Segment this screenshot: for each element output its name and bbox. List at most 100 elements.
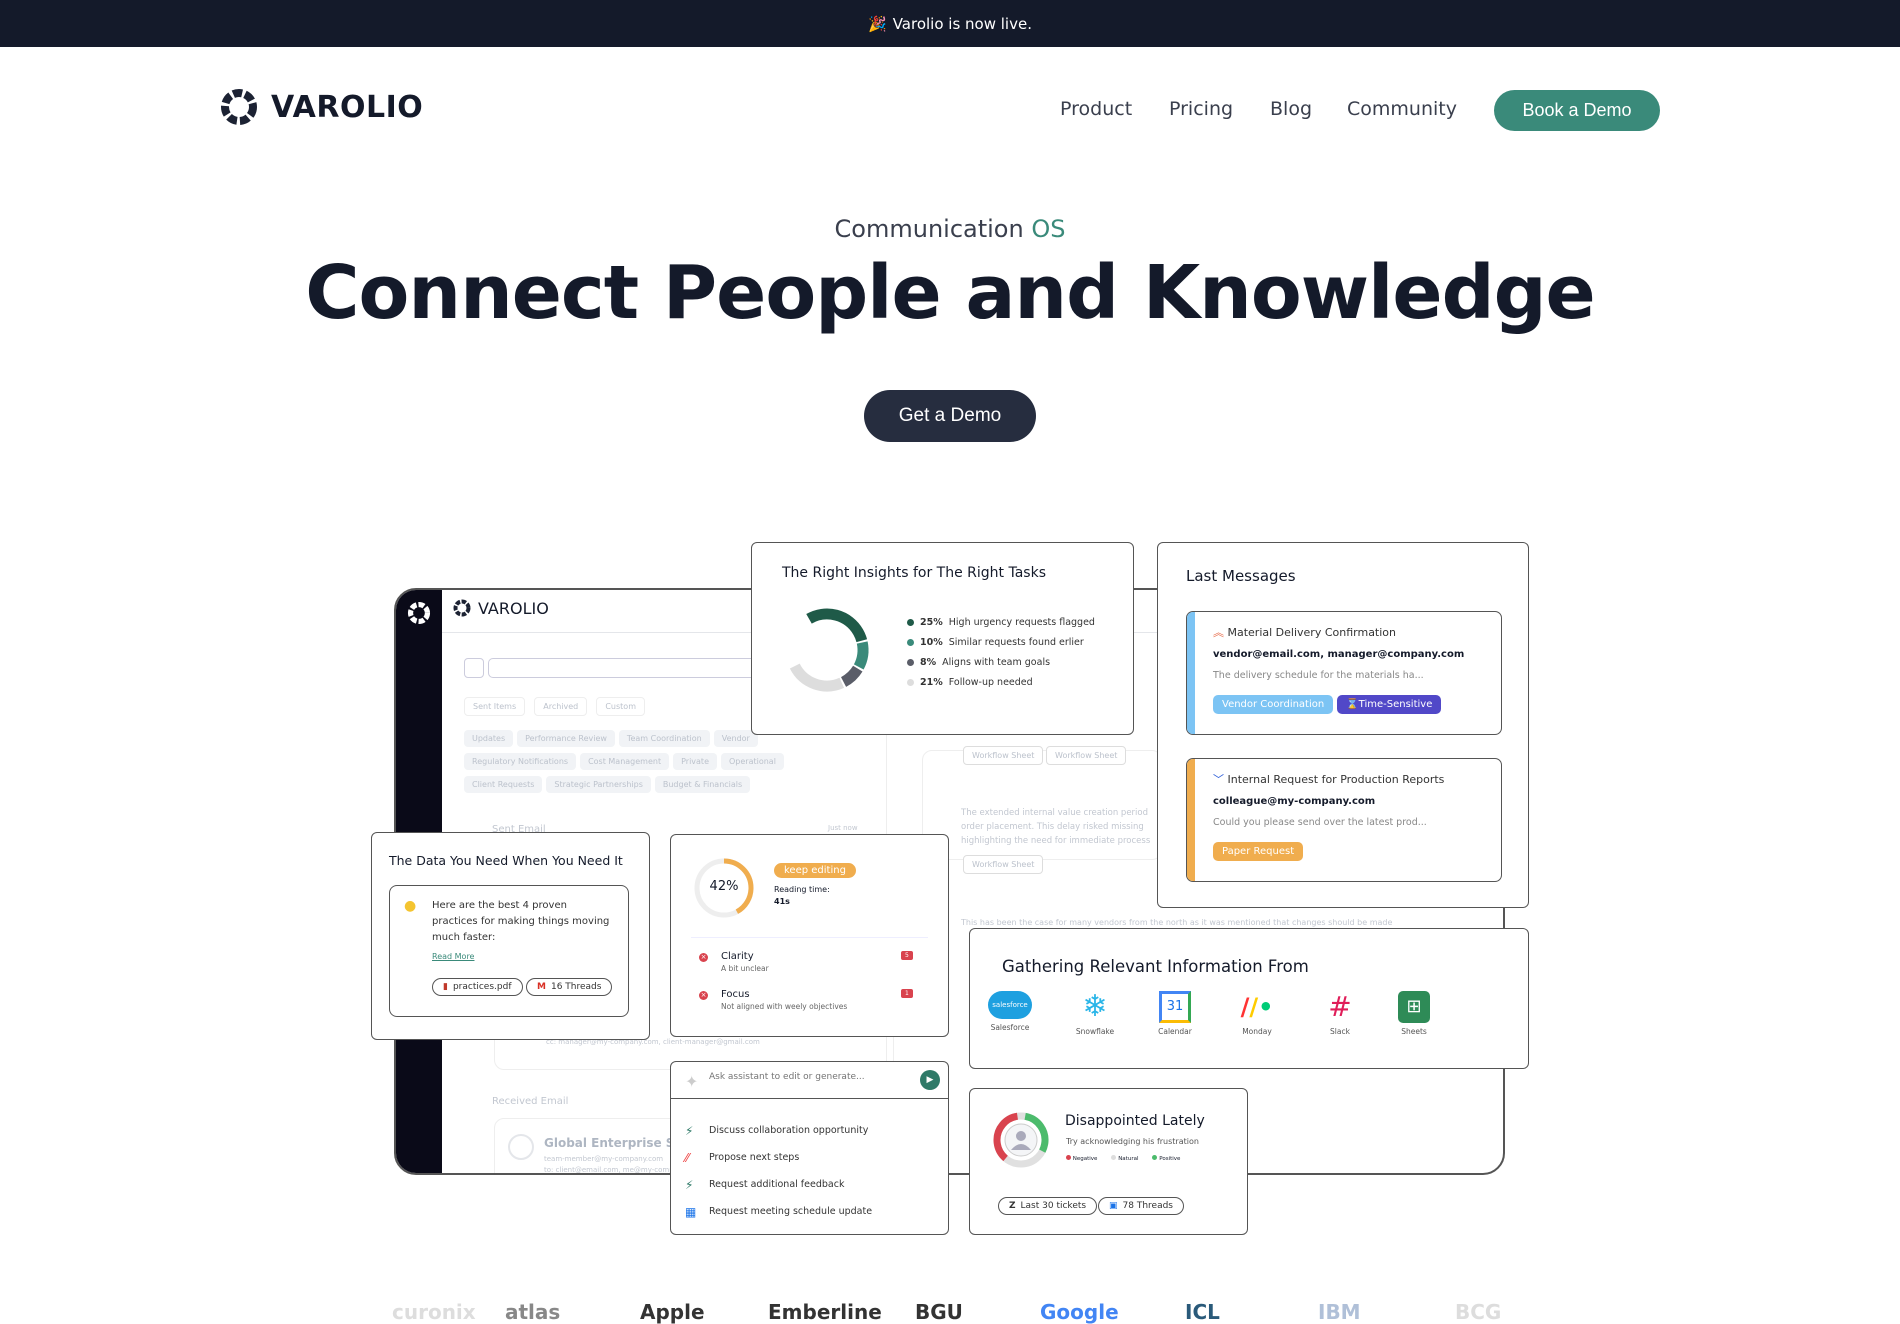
message-preview: The delivery schedule for the materials … — [1213, 670, 1424, 681]
nav-product[interactable]: Product — [1060, 98, 1132, 120]
eyebrow-text: Communication — [834, 215, 1032, 243]
eyebrow-accent: OS — [1031, 215, 1066, 243]
score-value: 42% — [709, 879, 739, 894]
filter-archived[interactable]: Archived — [534, 697, 588, 716]
party-popper-icon: 🎉 — [868, 14, 887, 33]
source-label: Slack — [1330, 1027, 1350, 1036]
category-chip[interactable]: Updates — [464, 730, 514, 747]
google-calendar-icon: 31 — [1145, 991, 1205, 1023]
dashboard-brand: VAROLIO — [452, 598, 549, 618]
source-snowflake[interactable]: ❄ Snowflake — [1065, 989, 1125, 1037]
nav-community[interactable]: Community — [1347, 98, 1457, 120]
suggestion-item[interactable]: ⁄⁄ Propose next steps — [685, 1144, 934, 1171]
pdf-icon: ▮ — [443, 982, 448, 992]
category-chip[interactable]: Cost Management — [580, 753, 670, 770]
email-to: to: client@email.com, me@my-comp — [544, 1166, 674, 1174]
announcement-bar: 🎉 Varolio is now live. — [0, 0, 1900, 47]
legend-dot — [907, 679, 914, 686]
source-slack[interactable]: # Slack — [1310, 991, 1370, 1037]
workflow-sheet-chip[interactable]: Workflow Sheet — [963, 746, 1044, 765]
suggestion-item[interactable]: ⚡ Discuss collaboration opportunity — [685, 1117, 934, 1144]
legend-pct: 10% — [920, 637, 943, 648]
last-messages-title: Last Messages — [1186, 567, 1296, 585]
issue-desc: Not aligned with weely objectives — [721, 1002, 848, 1011]
nav-blog[interactable]: Blog — [1270, 98, 1312, 120]
suggestion-item[interactable]: ⚡ Request additional feedback — [685, 1171, 934, 1198]
category-chips: Updates Performance Review Team Coordinati… — [462, 726, 822, 795]
sparkle-icon: ✦ — [685, 1072, 699, 1091]
customer-logo: ICL — [1185, 1300, 1220, 1324]
search-input[interactable] — [488, 658, 788, 678]
filter-sent[interactable]: Sent Items — [464, 697, 526, 716]
suggestion-item[interactable]: ▦ Request meeting schedule update — [685, 1198, 934, 1225]
read-more-link[interactable]: Read More — [432, 952, 474, 961]
donut-segment — [785, 608, 869, 692]
attachment-pdf[interactable]: ▮ practices.pdf — [432, 978, 523, 996]
brand-logo[interactable]: VAROLIO — [219, 87, 423, 127]
message-recipients: vendor@email.com, manager@company.com — [1213, 649, 1465, 660]
get-demo-button[interactable]: Get a Demo — [864, 390, 1036, 442]
category-chip[interactable]: Budget & Financials — [654, 776, 751, 793]
keep-editing-badge: keep editing — [774, 863, 856, 878]
outlook-icon: ▣ — [1109, 1201, 1118, 1211]
category-chip[interactable]: Regulatory Notifications — [464, 753, 577, 770]
legend-pct: 21% — [920, 677, 943, 688]
legend-pct: 25% — [920, 617, 943, 628]
legend-dot — [907, 619, 914, 626]
category-chip[interactable]: Operational — [720, 753, 784, 770]
category-chip[interactable]: Strategic Partnerships — [546, 776, 651, 793]
legend-label: Aligns with team goals — [942, 657, 1051, 668]
insights-title: The Right Insights for The Right Tasks — [782, 565, 1046, 581]
customer-logo: Emberline — [768, 1300, 882, 1324]
send-play-icon[interactable]: ▶ — [920, 1070, 940, 1090]
customer-logo: IBM — [1318, 1300, 1361, 1324]
legend-item: 8% Aligns with team goals — [907, 657, 1095, 668]
tag-vendor-coordination: Vendor Coordination — [1213, 695, 1334, 714]
message-recipients: colleague@my-company.com — [1213, 796, 1376, 807]
dashboard-brand-name: VAROLIO — [478, 598, 549, 618]
refresh-button[interactable] — [464, 658, 484, 678]
workflow-sheet-chip[interactable]: Workflow Sheet — [1046, 746, 1127, 765]
tag-time-sensitive: ⌛Time-Sensitive — [1337, 695, 1442, 714]
sentiment-legend: Negative Natural Positive — [1066, 1155, 1180, 1162]
filter-row: Sent Items Archived Custom — [462, 694, 647, 718]
source-calendar[interactable]: 31 Calendar — [1145, 991, 1205, 1036]
workflow-sheet-chip[interactable]: Workflow Sheet — [963, 855, 1044, 874]
last-messages-card: Last Messages ︽ Material Delivery Confir… — [1157, 542, 1529, 908]
google-sheets-icon: ⊞ — [1384, 991, 1444, 1023]
source-salesforce[interactable]: salesforce Salesforce — [980, 991, 1040, 1032]
issue-name: Focus — [721, 989, 750, 1000]
assistant-card: ✦ ▶ ⚡Discuss collaboration opportunity⁄⁄… — [670, 1061, 949, 1235]
category-chip[interactable]: Private — [673, 753, 717, 770]
category-chip[interactable]: Performance Review — [517, 730, 615, 747]
error-x-icon: × — [699, 991, 708, 1000]
source-monday[interactable]: //• Monday — [1227, 991, 1287, 1036]
snowflake-icon: ❄ — [1082, 989, 1108, 1024]
data-card: The Data You Need When You Need It ● Her… — [371, 832, 650, 1040]
error-x-icon: × — [699, 953, 708, 962]
message-item[interactable]: ︽ Material Delivery Confirmation vendor@… — [1186, 611, 1502, 735]
legend-item: 25% High urgency requests flagged — [907, 617, 1095, 628]
nav-pricing[interactable]: Pricing — [1169, 98, 1233, 120]
insight-text: The extended internal value creation per… — [961, 808, 1151, 846]
issue-count-badge: 1 — [901, 989, 913, 998]
assistant-input[interactable] — [709, 1072, 909, 1082]
source-sheets[interactable]: ⊞ Sheets — [1384, 991, 1444, 1036]
received-email-label: Received Email — [492, 1096, 569, 1107]
legend-dot — [907, 639, 914, 646]
sentiment-title: Disappointed Lately — [1065, 1113, 1205, 1129]
customer-logo: atlas — [505, 1300, 561, 1324]
threads-pill[interactable]: ▣ 78 Threads — [1098, 1197, 1184, 1215]
category-chip[interactable]: Team Coordination — [618, 730, 710, 747]
tickets-pill[interactable]: Z Last 30 tickets — [998, 1197, 1098, 1215]
announcement-text: Varolio is now live. — [892, 14, 1032, 33]
filter-custom[interactable]: Custom — [596, 697, 645, 716]
reading-time-label: Reading time: — [774, 885, 830, 894]
hero-title: Connect People and Knowledge — [305, 250, 1596, 336]
book-demo-button[interactable]: Book a Demo — [1494, 90, 1660, 131]
reading-time-value: 41s — [774, 897, 790, 906]
category-chip[interactable]: Client Requests — [464, 776, 543, 793]
attachment-threads[interactable]: M 16 Threads — [526, 978, 613, 996]
message-item[interactable]: ﹀ Internal Request for Production Report… — [1186, 758, 1502, 882]
calendar-icon: ▦ — [685, 1204, 697, 1219]
